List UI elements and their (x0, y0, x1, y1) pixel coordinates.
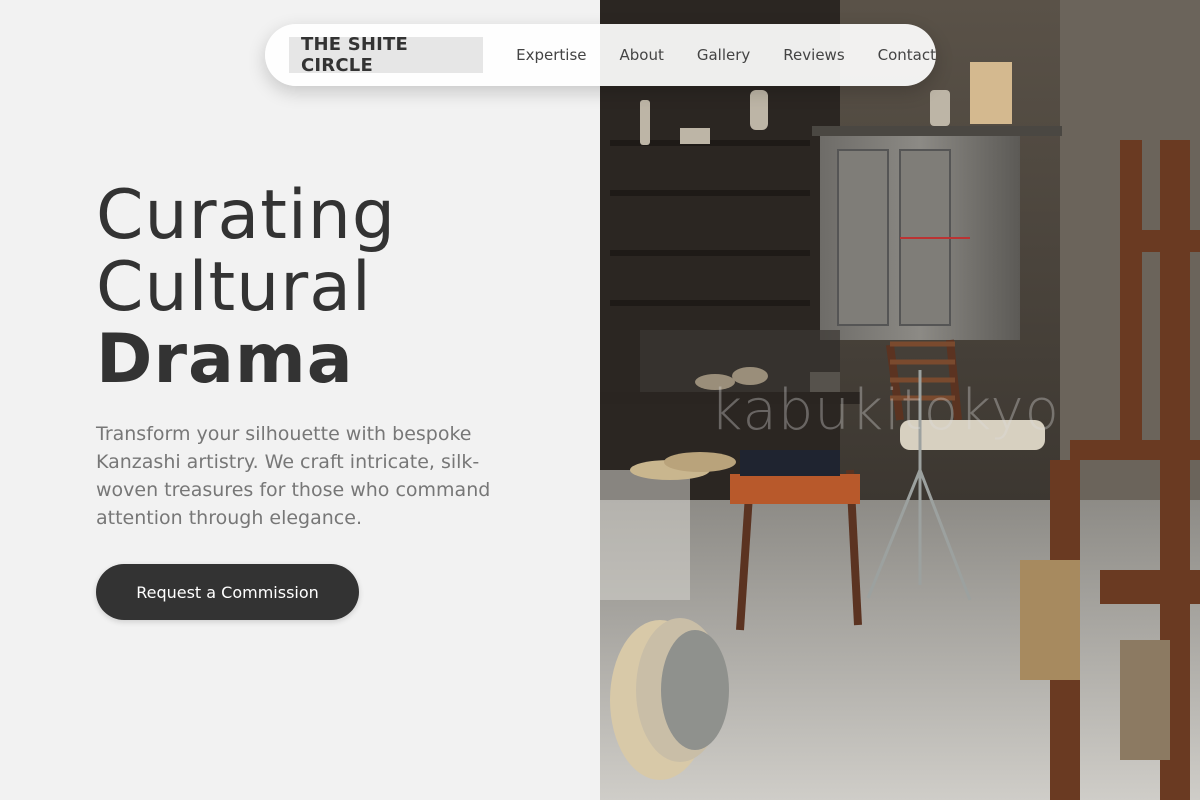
top-nav: THE SHITE CIRCLE Expertise About Gallery… (265, 24, 936, 86)
photo-watermark: kabukitokyo (710, 378, 1060, 443)
hero-title: Curating Cultural Drama (96, 180, 396, 396)
hero-title-line-3: Drama (96, 320, 354, 399)
nav-link-reviews[interactable]: Reviews (783, 46, 844, 64)
hero-title-line-2: Cultural (96, 248, 372, 327)
brand-logo[interactable]: THE SHITE CIRCLE (289, 34, 484, 76)
hero-panel: Curating Cultural Drama Transform your s… (0, 0, 600, 800)
request-commission-button[interactable]: Request a Commission (96, 564, 359, 620)
nav-link-about[interactable]: About (620, 46, 664, 64)
nav-link-gallery[interactable]: Gallery (697, 46, 750, 64)
hero-description: Transform your silhouette with bespoke K… (96, 423, 491, 529)
nav-link-expertise[interactable]: Expertise (516, 46, 586, 64)
hero-title-line-1: Curating (96, 176, 397, 255)
nav-link-contact[interactable]: Contact (878, 46, 936, 64)
nav-links: Expertise About Gallery Reviews Contact (516, 46, 936, 64)
